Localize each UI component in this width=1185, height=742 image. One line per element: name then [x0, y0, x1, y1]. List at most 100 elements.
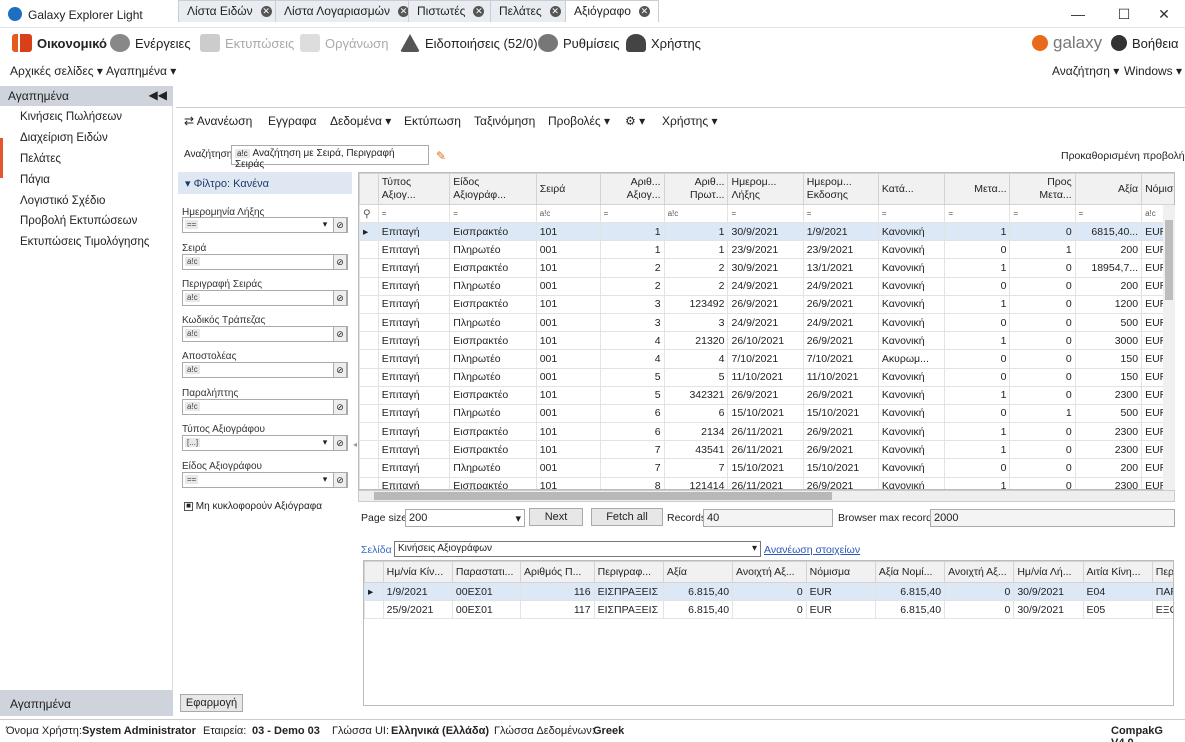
table-cell[interactable]: 2: [599, 258, 665, 278]
table-cell[interactable]: 6: [663, 403, 729, 424]
table-row[interactable]: Επιταγή Εισπρακτέο 101 3 123492 26/9/2021 26/9…: [359, 294, 1174, 314]
column-filter-cell[interactable]: =: [802, 204, 879, 223]
vertical-scroll-thumb[interactable]: [1165, 220, 1173, 300]
table-row[interactable]: 25/9/2021 00ΕΣ01 117 ΕΙΣΠΡΑΞΕΙΣ 6.815,40 0 EUR…: [364, 600, 1173, 620]
security-kind-filter[interactable]: == ▾ ⊘: [182, 472, 348, 488]
table-cell[interactable]: 2: [663, 276, 729, 296]
table-row[interactable]: ▸ 1/9/2021 00ΕΣ01 116 ΕΙΣΠΡΑΞΕΙΣ 6.815,40 0 EUR…: [364, 581, 1173, 602]
table-cell[interactable]: 0: [944, 276, 1011, 296]
table-cell[interactable]: 7: [663, 458, 729, 478]
table-row[interactable]: Επιταγή Πληρωτέο 001 3 3 24/9/2021 24/9/2021 Κα…: [359, 312, 1174, 333]
table-cell[interactable]: 7: [599, 458, 665, 478]
table-cell[interactable]: 101: [535, 476, 601, 489]
table-cell[interactable]: 0: [732, 600, 807, 620]
inactive-checkbox[interactable]: ■ Μη κυκλοφορούν Αξιόγραφα: [184, 501, 322, 512]
table-cell[interactable]: 117: [520, 600, 595, 620]
table-cell[interactable]: 101: [535, 294, 601, 314]
default-view-link[interactable]: Προκαθορισμένη προβολή: [1061, 150, 1185, 162]
table-cell[interactable]: Εισπρακτέο: [449, 331, 537, 351]
column-filter-cell[interactable]: =: [1009, 204, 1076, 223]
table-cell[interactable]: Κανονική: [877, 458, 946, 478]
user-menu[interactable]: Χρήστης ▾: [662, 114, 717, 128]
table-cell[interactable]: 500: [1074, 312, 1143, 333]
sidebar-item[interactable]: Εκτυπώσεις Τιμολόγησης: [20, 236, 149, 248]
column-header[interactable]: Νόμισμα: [805, 561, 876, 583]
table-row[interactable]: Επιταγή Πληρωτέο 001 2 2 24/9/2021 24/9/2021 Κα…: [359, 276, 1174, 296]
table-cell[interactable]: 3: [663, 312, 729, 333]
menu-home[interactable]: Αρχικές σελίδες ▾: [10, 64, 103, 78]
due-date-filter[interactable]: == ▾ ⊘: [182, 217, 348, 233]
table-cell[interactable]: Πληρωτέο: [449, 367, 537, 387]
prints-button[interactable]: Εκτυπώσεις: [200, 28, 294, 58]
user-button[interactable]: Χρήστης: [626, 28, 701, 58]
table-cell[interactable]: ΕΞΟΦΛΗΣΗ...: [1151, 600, 1173, 620]
table-cell[interactable]: 11/10/2021: [802, 367, 879, 387]
actions-button[interactable]: Ενέργειες: [110, 28, 191, 58]
table-cell[interactable]: Εισπρακτέο: [449, 258, 537, 278]
table-cell[interactable]: 1: [599, 240, 665, 260]
table-cell[interactable]: Επιταγή: [377, 367, 451, 387]
notifications-button[interactable]: Ειδοποιήσεις (52/0): [400, 28, 538, 58]
table-cell[interactable]: 00ΕΣ01: [451, 600, 522, 620]
close-tab-icon[interactable]: ✕: [638, 6, 650, 18]
table-cell[interactable]: 200: [1074, 458, 1143, 478]
table-cell[interactable]: EUR: [805, 581, 876, 602]
table-cell[interactable]: 101: [535, 385, 601, 405]
table-cell[interactable]: Επιταγή: [377, 440, 451, 460]
table-cell[interactable]: 26/9/2021: [802, 385, 879, 405]
table-cell[interactable]: 00ΕΣ01: [451, 581, 522, 602]
help-button[interactable]: Βοήθεια: [1111, 28, 1179, 58]
table-cell[interactable]: Επιταγή: [377, 276, 451, 296]
table-cell[interactable]: 1: [944, 294, 1011, 314]
table-cell[interactable]: 0: [944, 312, 1011, 333]
search-input[interactable]: a!c Αναζήτηση με Σειρά, Περιγραφή Σειράς: [231, 145, 429, 170]
table-cell[interactable]: 0: [1009, 331, 1076, 351]
column-header[interactable]: Αριθ... Πρωτ...: [663, 173, 729, 205]
table-cell[interactable]: 0: [1009, 258, 1076, 278]
receiver-filter[interactable]: a!c ⊘: [182, 399, 348, 415]
table-cell[interactable]: EUR: [805, 600, 876, 620]
table-cell[interactable]: Κανονική: [877, 294, 946, 314]
menu-search[interactable]: Αναζήτηση ▾: [1052, 64, 1119, 78]
sidebar-item[interactable]: Λογιστικό Σχέδιο: [20, 195, 105, 207]
table-cell[interactable]: 26/9/2021: [802, 440, 879, 460]
table-cell[interactable]: 1: [663, 221, 729, 242]
menu-favorites[interactable]: Αγαπημένα ▾: [106, 64, 176, 78]
table-cell[interactable]: 0: [944, 403, 1011, 424]
close-tab-icon[interactable]: ✕: [549, 6, 561, 18]
sidebar-item[interactable]: Διαχείριση Ειδών: [20, 132, 108, 144]
column-header[interactable]: Τύπος Αξιογ...: [377, 173, 451, 205]
economic-button[interactable]: Οικονομικό: [12, 28, 107, 58]
table-cell[interactable]: 0: [1009, 312, 1076, 333]
table-cell[interactable]: 4: [663, 349, 729, 369]
column-header[interactable]: Αξία: [662, 561, 734, 583]
column-header[interactable]: Ημ/νία Κίν...: [382, 561, 453, 583]
next-button[interactable]: Next: [529, 508, 583, 526]
collapse-icon[interactable]: ◀◀: [149, 88, 167, 102]
table-cell[interactable]: 1: [599, 221, 665, 242]
views-menu[interactable]: Προβολές ▾: [548, 114, 610, 128]
table-cell[interactable]: 13/1/2021: [802, 258, 879, 278]
table-cell[interactable]: 1: [1009, 403, 1076, 424]
column-header[interactable]: Προς Μετα...: [1009, 173, 1076, 205]
tab-customers[interactable]: Πελάτες ✕: [490, 0, 570, 22]
table-cell[interactable]: Κανονική: [877, 476, 946, 489]
series-filter[interactable]: a!c ⊘: [182, 254, 348, 270]
table-cell[interactable]: 101: [535, 331, 601, 351]
column-header[interactable]: Περιγραφ...: [593, 561, 664, 583]
table-cell[interactable]: 200: [1074, 240, 1143, 260]
fetch-all-button[interactable]: Fetch all: [591, 508, 663, 526]
table-cell[interactable]: 3000: [1074, 331, 1143, 351]
table-cell[interactable]: 0: [1009, 422, 1076, 442]
sidebar-item[interactable]: Πελάτες: [20, 153, 61, 165]
table-cell[interactable]: Πληρωτέο: [449, 349, 537, 369]
table-row[interactable]: Επιταγή Εισπρακτέο 101 7 43541 26/11/2021 26/9…: [359, 440, 1174, 460]
table-cell[interactable]: 2300: [1074, 385, 1143, 405]
print-menu[interactable]: Εκτύπωση: [404, 114, 461, 128]
table-cell[interactable]: Επιταγή: [377, 403, 451, 424]
table-cell[interactable]: 6.815,40: [874, 581, 946, 602]
sidebar-footer[interactable]: Αγαπημένα: [0, 690, 173, 716]
table-cell[interactable]: 150: [1074, 349, 1143, 369]
table-cell[interactable]: Κανονική: [877, 258, 946, 278]
table-row[interactable]: Επιταγή Πληρωτέο 001 4 4 7/10/2021 7/10/2021 Ακ…: [359, 349, 1174, 369]
